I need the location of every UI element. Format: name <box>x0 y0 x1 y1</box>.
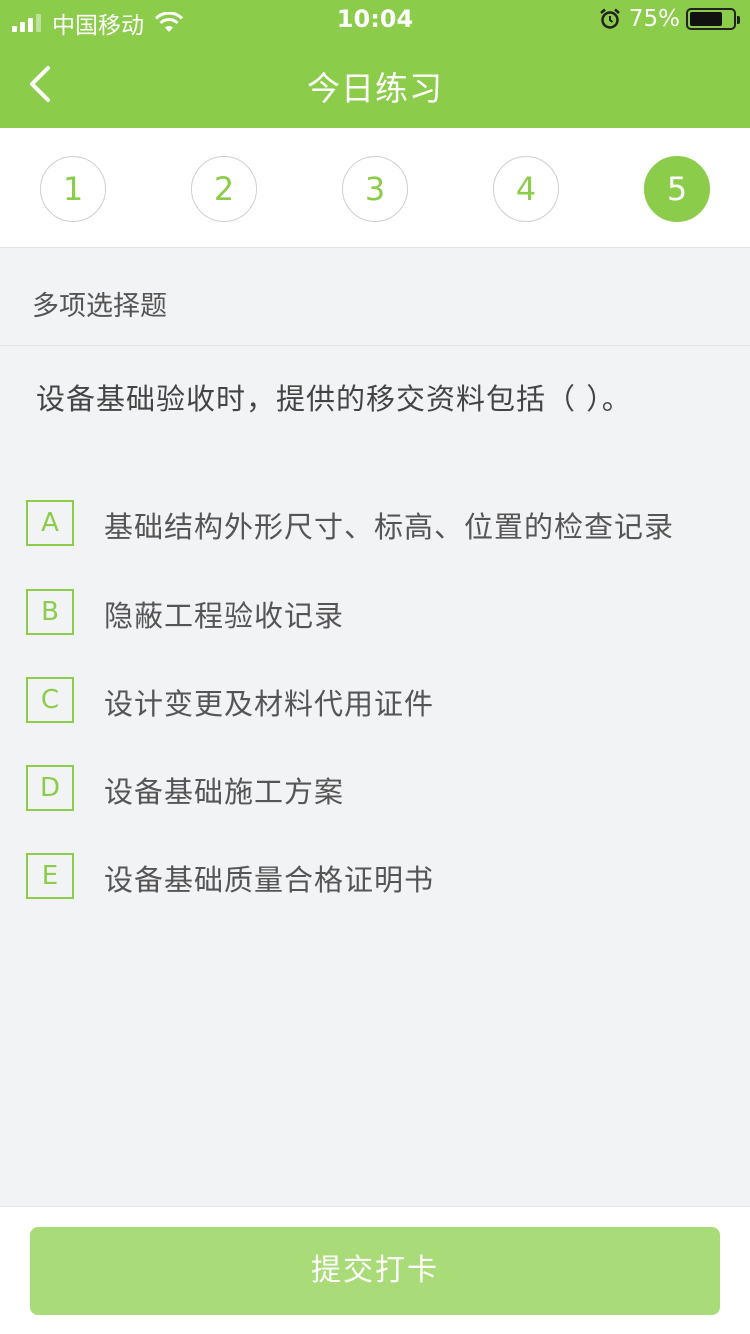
battery-icon <box>686 8 740 30</box>
option-text: 隐蔽工程验收记录 <box>104 599 345 633</box>
option-text: 设备基础施工方案 <box>104 775 345 809</box>
step-2[interactable]: 2 <box>191 156 257 222</box>
alarm-icon <box>600 8 620 29</box>
option-letter: C <box>26 677 74 723</box>
option-c[interactable]: C 设计变更及材料代用证件 <box>26 677 726 727</box>
nav-bar: 今日练习 <box>0 40 750 128</box>
app-header: 中国移动 10:04 75% 今日练习 <box>0 0 750 128</box>
battery-percent: 75% <box>628 6 680 32</box>
option-letter: A <box>26 500 74 546</box>
question-text: 设备基础验收时，提供的移交资料包括（ ）。 <box>36 382 632 416</box>
option-letter: B <box>26 589 74 635</box>
question-type-bar: 多项选择题 <box>0 248 750 346</box>
step-4[interactable]: 4 <box>493 156 559 222</box>
option-text: 基础结构外形尺寸、标高、位置的检查记录 <box>104 510 675 544</box>
status-bar: 中国移动 10:04 75% <box>0 0 750 40</box>
option-letter: E <box>26 853 74 899</box>
option-e[interactable]: E 设备基础质量合格证明书 <box>26 853 726 903</box>
step-1[interactable]: 1 <box>40 156 106 222</box>
footer: 提交打卡 <box>0 1206 750 1334</box>
page-title: 今日练习 <box>307 69 443 108</box>
option-a[interactable]: A 基础结构外形尺寸、标高、位置的检查记录 <box>26 500 726 550</box>
option-text: 设备基础质量合格证明书 <box>104 863 435 897</box>
option-b[interactable]: B 隐蔽工程验收记录 <box>26 589 726 639</box>
question-type: 多项选择题 <box>32 291 167 322</box>
question-stepper: 1 2 3 4 5 <box>0 128 750 248</box>
step-3[interactable]: 3 <box>342 156 408 222</box>
option-d[interactable]: D 设备基础施工方案 <box>26 765 726 815</box>
option-text: 设计变更及材料代用证件 <box>104 687 435 721</box>
option-letter: D <box>26 765 74 811</box>
submit-button[interactable]: 提交打卡 <box>30 1227 720 1315</box>
step-5[interactable]: 5 <box>644 156 710 222</box>
